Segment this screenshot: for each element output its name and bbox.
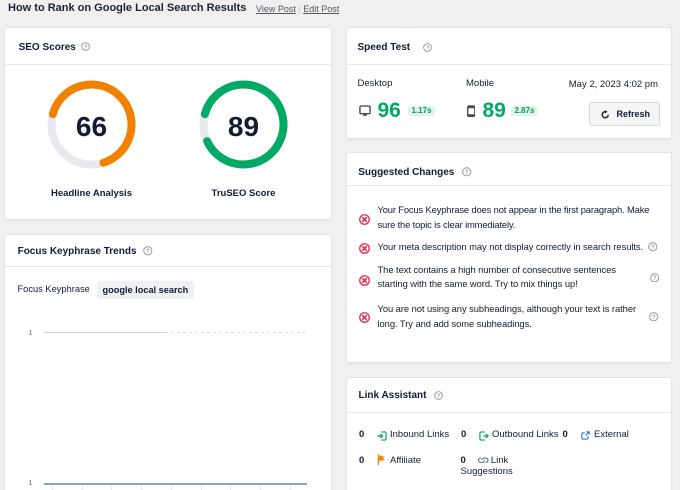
svg-text:?: ?	[425, 46, 429, 52]
svg-text:?: ?	[146, 248, 150, 255]
svg-text:?: ?	[652, 275, 656, 282]
svg-text:?: ?	[650, 244, 654, 251]
svg-text:?: ?	[652, 314, 656, 321]
svg-text:?: ?	[437, 394, 441, 400]
svg-text:?: ?	[465, 169, 469, 176]
svg-text:?: ?	[84, 45, 88, 51]
